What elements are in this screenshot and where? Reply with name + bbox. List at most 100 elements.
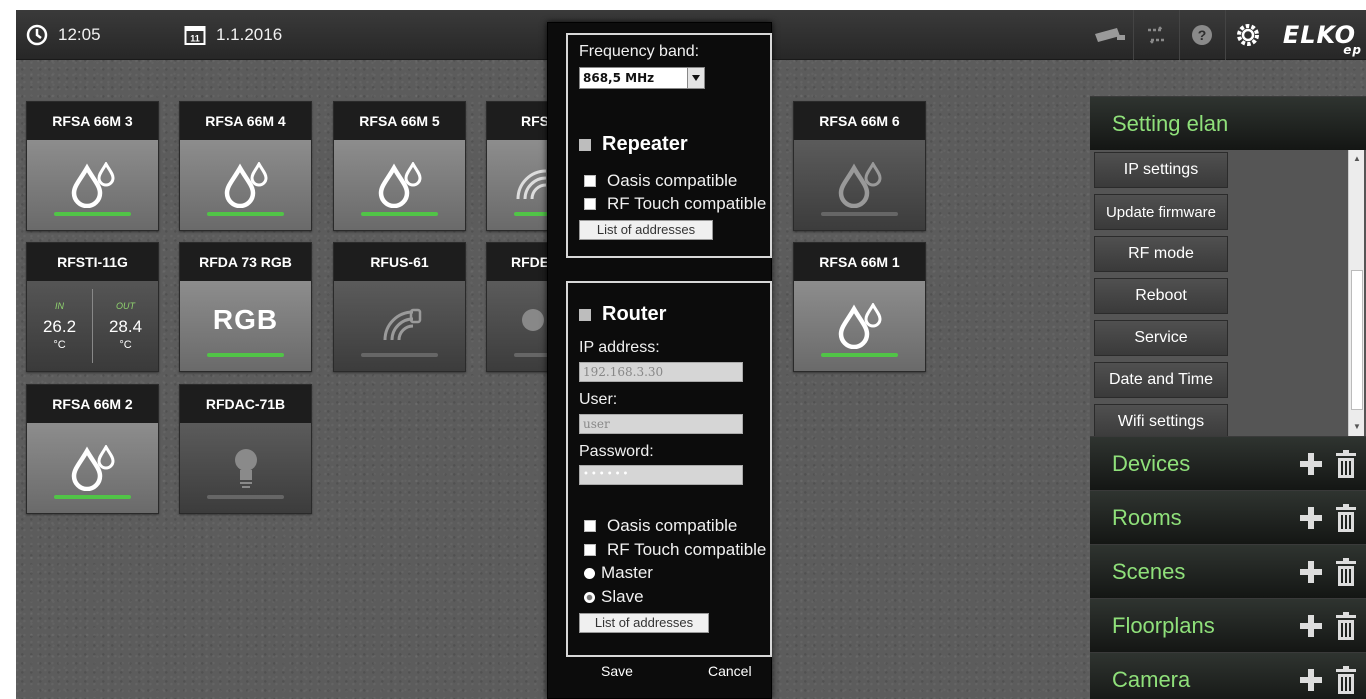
plus-icon[interactable]	[1300, 507, 1322, 529]
device-tile[interactable]: RFSTI-11G IN 26.2 °C OUT 28.4 °C	[26, 242, 159, 372]
sync-button[interactable]	[1132, 10, 1179, 60]
scroll-up-icon[interactable]: ▲	[1352, 154, 1362, 164]
router-checkbox[interactable]: Router	[579, 303, 666, 326]
logo-suffix: ep	[1343, 43, 1362, 57]
drops-icon	[378, 162, 422, 208]
plus-icon[interactable]	[1300, 561, 1322, 583]
router-rftouch-checkbox[interactable]: RF Touch compatible	[584, 540, 766, 560]
scroll-down-icon[interactable]: ▼	[1352, 422, 1362, 432]
device-name: RFSA 66M 3	[27, 102, 158, 140]
plus-icon[interactable]	[1300, 453, 1322, 475]
user-field[interactable]: user	[579, 414, 743, 434]
status-bar	[207, 212, 284, 216]
in-label: IN	[55, 301, 64, 311]
device-tile[interactable]: RFSA 66M 5	[333, 101, 466, 231]
device-tile[interactable]: RFSA 66M 3	[26, 101, 159, 231]
slave-radio[interactable]: Slave	[584, 587, 644, 607]
scrollbar[interactable]: ▲ ▼	[1348, 150, 1364, 436]
service-button[interactable]: Service	[1094, 320, 1228, 356]
bulb-icon	[521, 309, 544, 331]
frequency-select[interactable]: 868,5 MHz	[579, 67, 705, 89]
router-list-addresses-button[interactable]: List of addresses	[579, 613, 709, 633]
devices-section[interactable]: Devices	[1090, 436, 1366, 490]
section-label: Floorplans	[1112, 612, 1215, 638]
status-bar	[821, 212, 898, 216]
scenes-section[interactable]: Scenes	[1090, 544, 1366, 598]
repeater-checkbox[interactable]: Repeater	[579, 133, 688, 156]
settings-button[interactable]	[1224, 10, 1271, 60]
rftouch-label: RF Touch compatible	[607, 540, 767, 559]
date-time-button[interactable]: Date and Time	[1094, 362, 1228, 398]
device-tile[interactable]: RFSA 66M 2	[26, 384, 159, 514]
radio-dot	[584, 567, 595, 579]
repeater-section: Frequency band: 868,5 MHz Repeater Oasis…	[566, 33, 772, 258]
repeater-label: Repeater	[602, 133, 688, 155]
ip-field[interactable]: 192.168.3.30	[579, 362, 743, 382]
section-label: Scenes	[1112, 558, 1186, 584]
drops-icon	[71, 445, 115, 491]
checkbox-box	[579, 308, 591, 321]
out-value: 28.4	[108, 317, 143, 336]
status-bar	[54, 495, 131, 499]
svg-text:?: ?	[1198, 27, 1207, 43]
trash-icon[interactable]	[1336, 558, 1356, 586]
rgb-label: RGB	[212, 304, 279, 335]
device-tile[interactable]: RFSA 66M 4	[179, 101, 312, 231]
floorplans-section[interactable]: Floorplans	[1090, 598, 1366, 652]
trash-icon[interactable]	[1336, 666, 1356, 694]
camera-section[interactable]: Camera	[1090, 652, 1366, 699]
reboot-button[interactable]: Reboot	[1094, 278, 1228, 314]
help-icon: ?	[1192, 25, 1213, 45]
router-oasis-checkbox[interactable]: Oasis compatible	[584, 516, 737, 536]
device-body	[794, 140, 925, 230]
wave-icon	[383, 308, 421, 341]
password-label: Password:	[579, 443, 654, 460]
plus-icon[interactable]	[1300, 669, 1322, 691]
rftouch-checkbox[interactable]: RF Touch compatible	[584, 194, 766, 214]
trash-icon[interactable]	[1336, 504, 1356, 532]
section-actions	[1300, 599, 1356, 653]
save-button[interactable]: Save	[601, 663, 633, 679]
update-firmware-button[interactable]: Update firmware	[1094, 194, 1228, 230]
section-actions	[1300, 653, 1356, 699]
wifi-settings-button[interactable]: Wifi settings	[1094, 404, 1228, 440]
oasis-checkbox[interactable]: Oasis compatible	[584, 171, 737, 191]
trash-icon[interactable]	[1336, 612, 1356, 640]
frequency-label: Frequency band:	[579, 43, 700, 60]
sync-icon	[1147, 26, 1166, 44]
router-label: Router	[602, 303, 667, 325]
plus-icon[interactable]	[1300, 615, 1322, 637]
device-tile[interactable]: RFDA 73 RGB RGB	[179, 242, 312, 372]
bulb-icon	[234, 449, 257, 488]
device-body	[180, 423, 311, 513]
device-tile[interactable]: RFSA 66M 1	[793, 242, 926, 372]
cancel-button[interactable]: Cancel	[708, 663, 752, 679]
section-actions	[1300, 491, 1356, 545]
device-tile[interactable]: RFDAC-71B	[179, 384, 312, 514]
app-window: 12:05 11 1.1.2016 ? ELKO ep RFSA 66M 3 R…	[16, 10, 1366, 699]
scroll-thumb[interactable]	[1351, 270, 1363, 410]
device-body	[180, 140, 311, 230]
svg-text:11: 11	[190, 34, 200, 44]
ip-settings-button[interactable]: IP settings	[1094, 152, 1228, 188]
oasis-label: Oasis compatible	[607, 171, 738, 190]
master-radio[interactable]: Master	[584, 563, 653, 583]
device-body	[334, 281, 465, 371]
help-button[interactable]: ?	[1178, 10, 1225, 60]
device-body: IN 26.2 °C OUT 28.4 °C	[27, 281, 158, 371]
rooms-section[interactable]: Rooms	[1090, 490, 1366, 544]
camera-button[interactable]	[1087, 10, 1133, 60]
device-body	[334, 140, 465, 230]
list-addresses-button[interactable]: List of addresses	[579, 220, 713, 240]
device-tile[interactable]: RFUS-61	[333, 242, 466, 372]
time-text: 12:05	[58, 25, 101, 44]
top-actions: ? ELKO ep	[1087, 10, 1361, 60]
trash-icon[interactable]	[1336, 450, 1356, 478]
rf-mode-button[interactable]: RF mode	[1094, 236, 1228, 272]
frequency-value: 868,5 MHz	[583, 71, 655, 85]
password-field[interactable]: ••••••	[579, 465, 743, 485]
device-tile[interactable]: RFSA 66M 6	[793, 101, 926, 231]
section-actions	[1300, 437, 1356, 491]
setting-elan-header[interactable]: Setting elan	[1090, 96, 1366, 150]
setting-elan-title: Setting elan	[1112, 110, 1229, 136]
